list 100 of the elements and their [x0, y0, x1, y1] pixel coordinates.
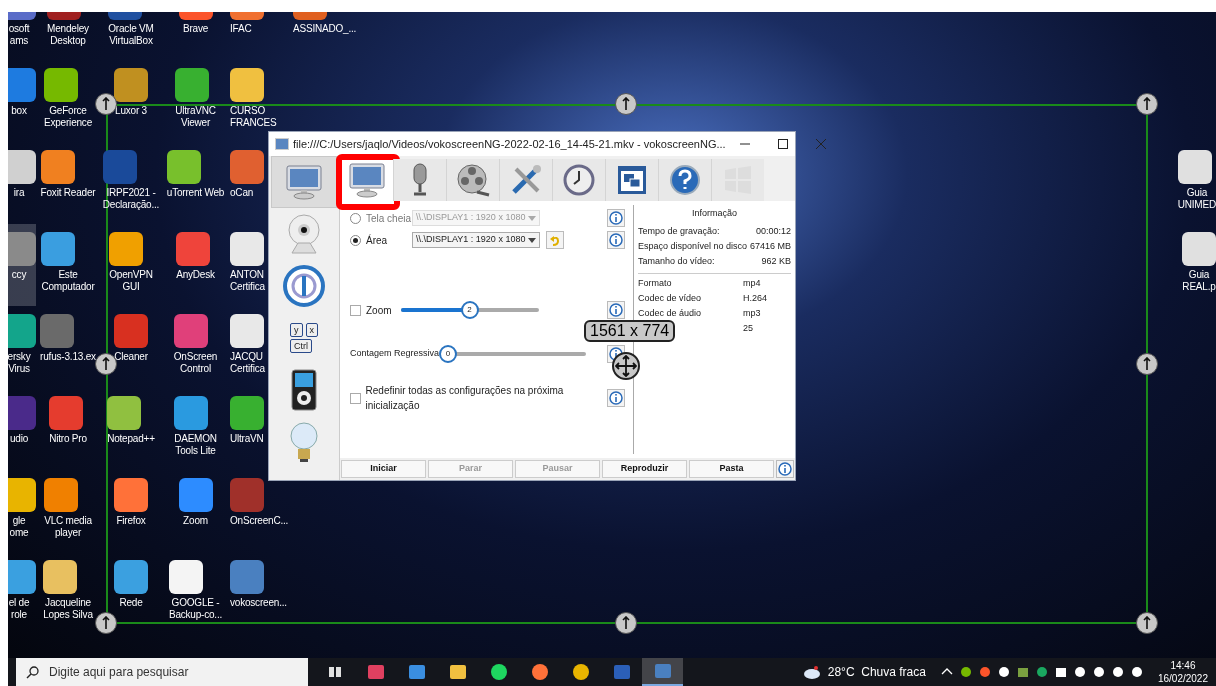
info-icon [778, 462, 792, 476]
tray-icon[interactable] [1073, 666, 1086, 678]
window-title: file:///C:/Users/jaqlo/Videos/vokoscreenNG-2022-02-16_14-45-21.mkv - vokoscreenNG... [293, 136, 726, 152]
app-icon[interactable] [114, 478, 148, 512]
desktop-icon-label[interactable]: ersky Virus [8, 351, 36, 375]
desktop-icon-label[interactable]: rufus-3.13.ex [40, 351, 96, 363]
desktop-icon-label[interactable]: ccy [8, 269, 36, 281]
app-icon[interactable] [107, 396, 142, 430]
display-dropdown[interactable]: \\.\DISPLAY1 : 1920 x 1080 [412, 232, 540, 248]
toolbar-tab[interactable] [340, 159, 393, 201]
toolbar-tab[interactable] [605, 159, 658, 201]
app-icon[interactable] [41, 232, 76, 266]
tray-icon[interactable] [997, 666, 1010, 678]
slider[interactable]: 2 [391, 301, 548, 319]
desktop-icon-label[interactable]: Guia REAL.p [1182, 269, 1216, 293]
desktop-icon-label[interactable]: Foxit Reader [40, 187, 96, 199]
app-icon[interactable] [230, 68, 264, 102]
desktop-icon-label[interactable]: gle ome [8, 515, 36, 539]
caret-icon [528, 215, 536, 221]
tray-icon[interactable] [1035, 666, 1048, 678]
toolbar-tab[interactable] [499, 159, 552, 201]
desktop-icon-label[interactable]: Jacqueline Lopes Silva [43, 597, 93, 621]
tray-icon[interactable] [1092, 666, 1105, 678]
app-icon[interactable] [230, 314, 264, 348]
desktop-icon-label[interactable]: vokoscreen... [230, 597, 287, 609]
app-icon[interactable] [168, 560, 203, 594]
desktop-icon-label[interactable]: JACQU Certifica [230, 351, 265, 375]
desktop-icon-label[interactable]: Rede [114, 597, 148, 609]
desktop-icon-label[interactable]: ira [8, 187, 36, 199]
tray-icon[interactable] [1054, 666, 1067, 678]
desktop-icon-label[interactable]: Cleaner [114, 351, 148, 363]
toolbar-tab[interactable] [393, 159, 446, 201]
app-icon[interactable] [109, 232, 144, 266]
desktop-icon-label[interactable]: Mendeley Desktop [47, 23, 89, 47]
desktop-icon-label[interactable]: DAEMON Tools Lite [174, 433, 217, 457]
app-icon[interactable] [44, 478, 79, 512]
app-icon[interactable] [43, 560, 78, 594]
desktop-icon-label[interactable]: udio [8, 433, 36, 445]
desktop-icon-label[interactable]: box [8, 105, 36, 117]
desktop-icon-label[interactable]: Oracle VM VirtualBox [108, 23, 154, 47]
app-icon[interactable] [1182, 232, 1216, 266]
desktop-icon-label[interactable]: GeForce Experience [44, 105, 92, 129]
desktop-icon-label[interactable]: el de role [8, 597, 36, 621]
selected-desktop-item[interactable]: ccy [8, 224, 36, 306]
slider[interactable]: 0 [439, 345, 596, 363]
tray-icon[interactable] [1130, 666, 1143, 678]
info-value: 962 KB [761, 255, 791, 269]
action-button[interactable]: Pasta [689, 460, 774, 478]
checkbox[interactable]: Zoom [350, 302, 392, 318]
action-button[interactable]: Reproduzir [602, 460, 687, 478]
desktop-icon-label[interactable]: GOOGLE - Backup-co... [168, 597, 223, 621]
desktop-icon-label[interactable]: Guia UNIMED [1177, 187, 1216, 211]
app-icon[interactable] [44, 68, 78, 102]
tray-icon[interactable] [1016, 666, 1029, 678]
desktop-icon-label[interactable]: Notepad++ [107, 433, 155, 445]
tray-icon[interactable] [1111, 666, 1124, 678]
action-button[interactable]: Iniciar [341, 460, 426, 478]
slider-thumb[interactable]: 0 [439, 345, 458, 363]
checkbox[interactable]: Redefinir todas as configurações na próxima inicialização [350, 383, 607, 413]
desktop-icon-label[interactable]: CURSO FRANCES [230, 105, 277, 129]
info-icon [609, 391, 623, 405]
desktop-icon-label[interactable]: Brave [178, 23, 213, 35]
desktop-icon-label[interactable]: ANTON Certifica [230, 269, 265, 293]
desktop-icon-label[interactable]: Zoom [178, 515, 213, 527]
desktop-icon-label[interactable]: oCan [230, 187, 264, 199]
desktop-icon-label[interactable]: Firefox [114, 515, 148, 527]
slider-thumb[interactable]: 2 [460, 301, 479, 319]
desktop-icon-label[interactable]: VLC media player [44, 515, 92, 539]
desktop-icon-label[interactable]: IFAC [230, 23, 264, 35]
info-label: Espaço disponível no disco [638, 240, 748, 254]
desktop-icon-label[interactable]: Nitro Pro [49, 433, 87, 445]
desktop-icon-label[interactable]: UltraVN [230, 433, 264, 445]
toolbar-tab[interactable] [658, 159, 711, 201]
info-value: mp4 [743, 277, 762, 291]
desktop-icon-label[interactable]: IRPF2021 - Declaração... [102, 187, 160, 211]
app-icon[interactable] [230, 232, 264, 266]
desktop-icon-label[interactable]: uTorrent Web [166, 187, 225, 199]
app-icon[interactable] [40, 150, 75, 184]
toolbar-tab[interactable] [552, 159, 605, 201]
app-icon[interactable] [178, 478, 213, 512]
app-icon[interactable] [1177, 150, 1212, 184]
search-field[interactable]: Digite aqui para pesquisar [16, 658, 308, 686]
desktop-icon-label[interactable]: UltraVNC Viewer [175, 105, 216, 129]
side-tab[interactable]: y x Ctrl [271, 312, 337, 364]
radio-button[interactable]: Área [350, 232, 412, 248]
app-icon[interactable] [175, 68, 210, 102]
desktop-icon-label[interactable]: Este Computador [41, 269, 95, 293]
desktop-icon-label[interactable]: OnScreenC... [230, 515, 289, 527]
desktop-icon-label[interactable]: Luxor 3 [114, 105, 148, 117]
toolbar-tab[interactable] [446, 159, 499, 201]
slider-label: Contagem Regressiva [350, 347, 440, 361]
desktop-icon-label[interactable]: osoft ams [8, 23, 36, 47]
tray-icon[interactable] [959, 666, 972, 678]
app-icon[interactable] [166, 150, 201, 184]
app-icon[interactable] [174, 396, 209, 430]
desktop-icon-label[interactable]: AnyDesk [176, 269, 215, 281]
weather-text: 28°C Chuva fraca [827, 664, 926, 681]
desktop-icon-label[interactable]: ASSINADO_... [293, 23, 357, 35]
desktop-icon-label[interactable]: OpenVPN GUI [109, 269, 153, 293]
desktop-icon-label[interactable]: OnScreen Control [173, 351, 218, 375]
